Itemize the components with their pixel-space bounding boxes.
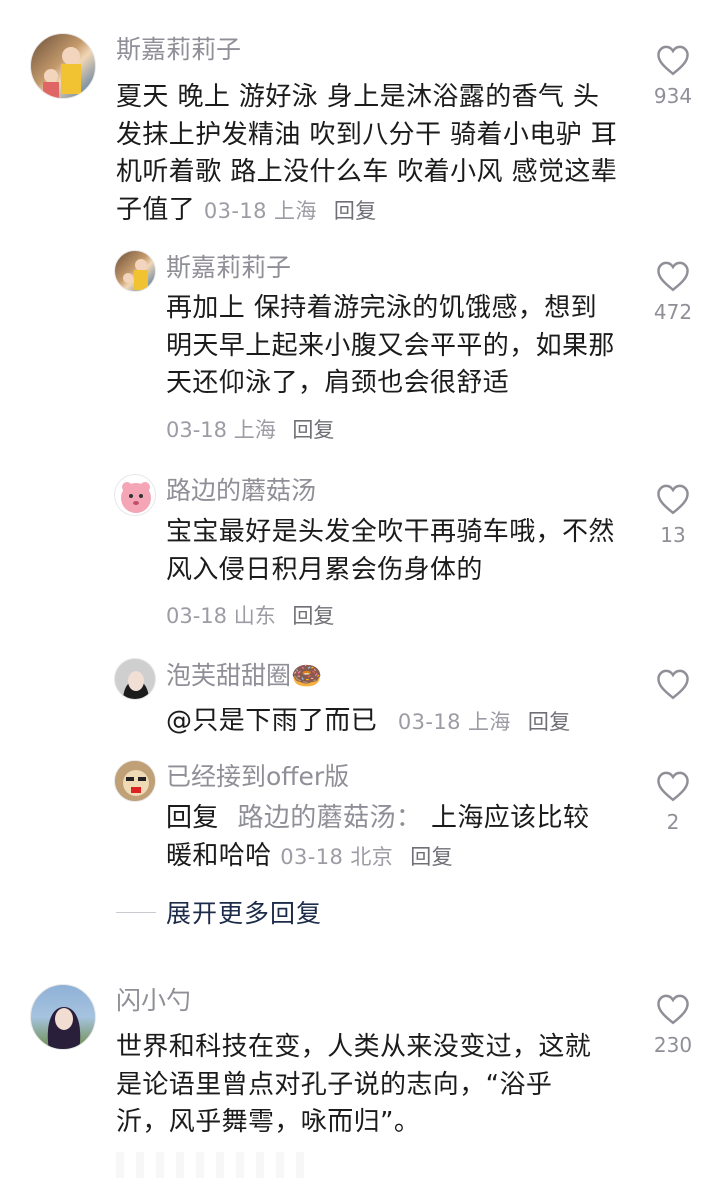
- comment-location: 上海: [467, 710, 511, 734]
- comment-date: 03-18: [166, 604, 228, 628]
- reply-target-user[interactable]: 路边的蘑菇汤：: [237, 803, 422, 833]
- scroll-indicator: [116, 1152, 316, 1178]
- like-count: 230: [653, 1033, 693, 1057]
- username[interactable]: 泡芙甜甜圈🍩: [166, 660, 322, 692]
- reply-button[interactable]: 回复: [528, 710, 571, 734]
- comment-body: 暖和哈哈: [166, 840, 272, 871]
- comment-body: 再加上 保持着游完泳的饥饿感，想到明天早上起来小腹又会平平的，如果那天还仰泳了，…: [166, 293, 615, 398]
- username[interactable]: 斯嘉莉莉子: [116, 34, 241, 66]
- comment-meta: 03-18 上海 回复: [166, 414, 334, 444]
- reply-line-1: 回复 路边的蘑菇汤： 上海应该比较: [166, 800, 622, 838]
- heart-outline-icon: [657, 484, 689, 515]
- avatar[interactable]: [114, 658, 156, 700]
- reply-button[interactable]: 回复: [292, 604, 334, 628]
- like-button[interactable]: 472: [650, 260, 696, 324]
- like-button[interactable]: [650, 668, 696, 700]
- comment-text: 回复 路边的蘑菇汤： 上海应该比较 暖和哈哈 03-18 北京 回复: [166, 800, 622, 876]
- avatar[interactable]: [30, 33, 96, 99]
- divider: [116, 911, 156, 913]
- comment-text: @只是下雨了而已 03-18 上海 回复: [166, 703, 626, 742]
- comment-date: 03-18: [166, 418, 228, 442]
- comment-body: 世界和科技在变，人类从来没变过，这就是论语里曾点对孔子说的志向，“浴乎沂，风乎舞…: [116, 1032, 592, 1137]
- like-count: 472: [653, 300, 693, 324]
- comment-text: 夏天 晚上 游好泳 身上是沐浴露的香气 头发抹上护发精油 吹到八分干 骑着小电驴…: [116, 79, 620, 230]
- comment-date: 03-18: [397, 710, 461, 734]
- comment-meta: 03-18 上海 回复: [204, 199, 377, 223]
- reply-prefix: 回复: [166, 803, 219, 833]
- comment-location: 上海: [233, 418, 276, 442]
- reply-button[interactable]: 回复: [292, 418, 334, 442]
- like-count: 934: [653, 84, 693, 108]
- avatar[interactable]: [30, 984, 96, 1050]
- heart-outline-icon: [657, 261, 689, 292]
- heart-outline-icon: [657, 669, 689, 700]
- like-button[interactable]: 2: [650, 770, 696, 834]
- expand-replies-button[interactable]: 展开更多回复: [116, 894, 322, 930]
- username[interactable]: 斯嘉莉莉子: [166, 252, 291, 284]
- comment-location: 上海: [273, 198, 317, 223]
- comment-location: 北京: [350, 844, 394, 869]
- comment-meta: 03-18 北京 回复: [280, 845, 453, 869]
- avatar[interactable]: [114, 250, 156, 292]
- like-button[interactable]: 230: [650, 993, 696, 1057]
- comment-location: 山东: [233, 604, 276, 628]
- comment-body: 宝宝最好是头发全吹干再骑车哦，不然风入侵日积月累会伤身体的: [166, 517, 615, 585]
- comment-date: 03-18: [280, 844, 344, 869]
- comment-meta: 03-18 山东 回复: [166, 600, 334, 630]
- avatar[interactable]: [114, 474, 156, 516]
- like-count: 2: [666, 810, 680, 834]
- reply-line-2: 暖和哈哈 03-18 北京 回复: [166, 838, 622, 877]
- comment-date: 03-18: [203, 198, 267, 223]
- comment-body: 上海应该比较: [430, 803, 590, 833]
- username[interactable]: 闪小勺: [116, 985, 191, 1017]
- heart-outline-icon: [657, 994, 689, 1025]
- heart-outline-icon: [657, 771, 689, 802]
- reply-button[interactable]: 回复: [334, 199, 377, 223]
- avatar[interactable]: [114, 760, 156, 802]
- username[interactable]: 已经接到offer版: [166, 761, 349, 793]
- mention-text: @只是下雨了而已: [166, 706, 378, 736]
- reply-button[interactable]: 回复: [410, 845, 453, 869]
- expand-replies-label: 展开更多回复: [166, 899, 323, 928]
- heart-outline-icon: [657, 45, 689, 76]
- comment-meta: 03-18 上海 回复: [398, 710, 571, 734]
- username[interactable]: 路边的蘑菇汤: [166, 475, 316, 507]
- like-button[interactable]: 13: [650, 483, 696, 547]
- like-button[interactable]: 934: [650, 44, 696, 108]
- like-count: 13: [660, 523, 686, 547]
